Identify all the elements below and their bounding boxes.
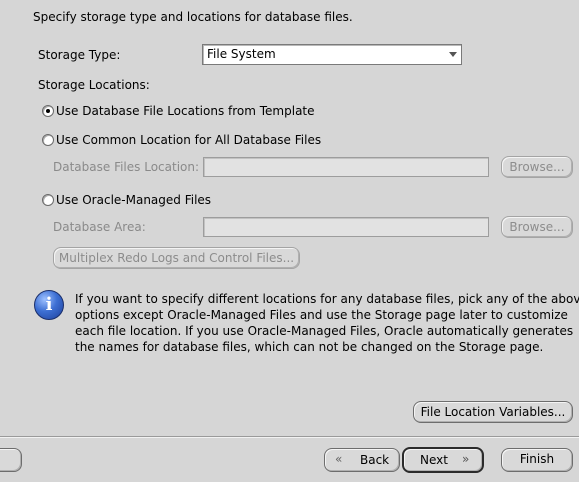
- multiplex-redo-logs-button[interactable]: Multiplex Redo Logs and Control Files...: [53, 247, 300, 269]
- footer-separator: [0, 436, 579, 438]
- help-button-partial[interactable]: [0, 448, 22, 472]
- radio-managed-label: Use Oracle-Managed Files: [56, 193, 212, 207]
- chevron-left-icon: «: [335, 452, 343, 466]
- back-button-label: Back: [360, 453, 390, 467]
- browse-files-location-button[interactable]: Browse...: [501, 156, 573, 178]
- chevron-down-icon: [449, 52, 457, 57]
- finish-button-label: Finish: [519, 452, 555, 466]
- browse-button-label: Browse...: [509, 160, 565, 174]
- storage-type-value: File System: [207, 47, 276, 61]
- storage-type-select[interactable]: File System: [202, 44, 462, 65]
- storage-locations-label: Storage Locations:: [38, 78, 150, 92]
- file-location-variables-label: File Location Variables...: [420, 405, 566, 419]
- info-line: the names for database files, which can …: [75, 340, 544, 354]
- finish-button[interactable]: Finish: [501, 448, 573, 472]
- database-files-location-label: Database Files Location:: [53, 160, 200, 174]
- radio-option-oracle-managed[interactable]: Use Oracle-Managed Files: [42, 193, 242, 209]
- browse-database-area-button[interactable]: Browse...: [501, 216, 573, 238]
- info-line: options except Oracle-Managed Files and …: [75, 308, 568, 322]
- page-instruction: Specify storage type and locations for d…: [33, 10, 353, 24]
- database-area-input[interactable]: [203, 217, 489, 237]
- info-line: If you want to specify different locatio…: [75, 292, 579, 306]
- radio-template-label: Use Database File Locations from Templat…: [56, 104, 315, 118]
- radio-common-indicator[interactable]: [42, 134, 54, 146]
- radio-template-indicator[interactable]: [42, 105, 54, 117]
- radio-option-template[interactable]: Use Database File Locations from Templat…: [42, 104, 322, 120]
- file-location-variables-button[interactable]: File Location Variables...: [413, 401, 573, 423]
- radio-managed-indicator[interactable]: [42, 194, 54, 206]
- next-button[interactable]: Next »: [402, 447, 484, 473]
- database-area-label: Database Area:: [53, 220, 146, 234]
- info-message: If you want to specify different locatio…: [75, 291, 579, 355]
- chevron-right-icon: »: [462, 452, 470, 466]
- radio-option-common[interactable]: Use Common Location for All Database Fil…: [42, 133, 322, 149]
- database-files-location-input[interactable]: [203, 157, 489, 177]
- browse-button-label: Browse...: [509, 220, 565, 234]
- info-line: each file location. If you use Oracle-Ma…: [75, 324, 574, 338]
- multiplex-button-label: Multiplex Redo Logs and Control Files...: [58, 251, 295, 265]
- back-button[interactable]: « Back: [324, 448, 400, 472]
- radio-common-label: Use Common Location for All Database Fil…: [56, 133, 322, 147]
- info-icon: i: [34, 290, 64, 320]
- next-button-label: Next: [420, 453, 448, 467]
- storage-type-label: Storage Type:: [38, 48, 121, 62]
